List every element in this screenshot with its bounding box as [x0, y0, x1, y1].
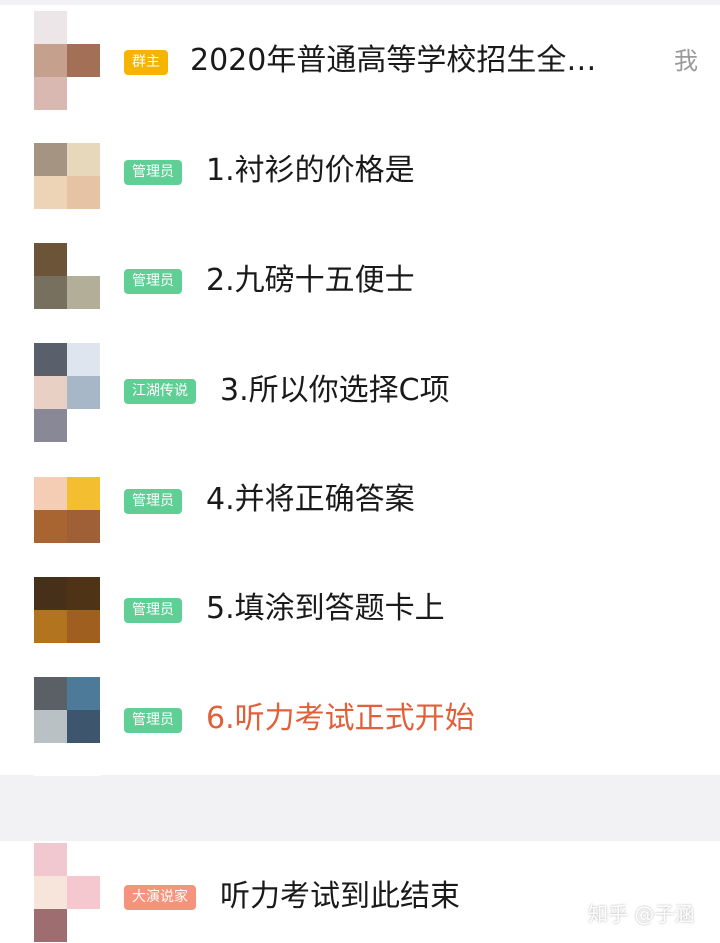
avatar[interactable] — [34, 477, 100, 576]
message-text[interactable]: 1.衬衫的价格是 — [206, 151, 415, 191]
chat-message-row[interactable]: 江湖传说 3.所以你选择C项 — [0, 343, 720, 443]
chat-message-row[interactable]: 管理员 1.衬衫的价格是 — [0, 143, 720, 243]
avatar[interactable] — [34, 143, 100, 242]
role-badge-admin: 管理员 — [124, 598, 182, 623]
chat-message-row[interactable]: 管理员 5.填涂到答题卡上 — [0, 577, 720, 677]
avatar[interactable] — [34, 11, 100, 110]
message-text[interactable]: 4.并将正确答案 — [206, 480, 415, 520]
message-text[interactable]: 5.填涂到答题卡上 — [206, 589, 445, 629]
self-label: 我 — [674, 47, 698, 75]
avatar[interactable] — [34, 677, 100, 776]
watermark: 知乎 @子涵 — [588, 902, 695, 926]
chat-message-row[interactable]: 管理员 2.九磅十五便士 — [0, 243, 720, 343]
role-badge-admin: 管理员 — [124, 708, 182, 733]
message-text[interactable]: 6.听力考试正式开始 — [206, 699, 475, 739]
message-text[interactable]: 2.九磅十五便士 — [206, 261, 415, 301]
message-text[interactable]: 听力考试到此结束 — [220, 877, 460, 917]
avatar[interactable] — [34, 343, 100, 442]
avatar[interactable] — [34, 843, 100, 942]
role-badge-admin: 管理员 — [124, 160, 182, 185]
role-badge-owner: 群主 — [124, 50, 168, 75]
role-badge-title: 大演说家 — [124, 885, 196, 910]
message-text[interactable]: 3.所以你选择C项 — [220, 371, 450, 411]
chat-message-row[interactable]: 大演说家 听力考试到此结束 — [0, 843, 720, 943]
section-separator — [0, 775, 720, 841]
role-badge-admin: 管理员 — [124, 269, 182, 294]
chat-message-row[interactable]: 管理员 4.并将正确答案 — [0, 477, 720, 577]
role-badge-title: 江湖传说 — [124, 379, 196, 404]
role-badge-admin: 管理员 — [124, 489, 182, 514]
avatar[interactable] — [34, 577, 100, 676]
message-text[interactable]: 2020年普通高等学校招生全… — [190, 41, 596, 81]
chat-message-row[interactable]: 群主 2020年普通高等学校招生全… 我 — [0, 11, 720, 111]
chat-message-row[interactable]: 管理员 6.听力考试正式开始 — [0, 677, 720, 777]
avatar[interactable] — [34, 243, 100, 342]
